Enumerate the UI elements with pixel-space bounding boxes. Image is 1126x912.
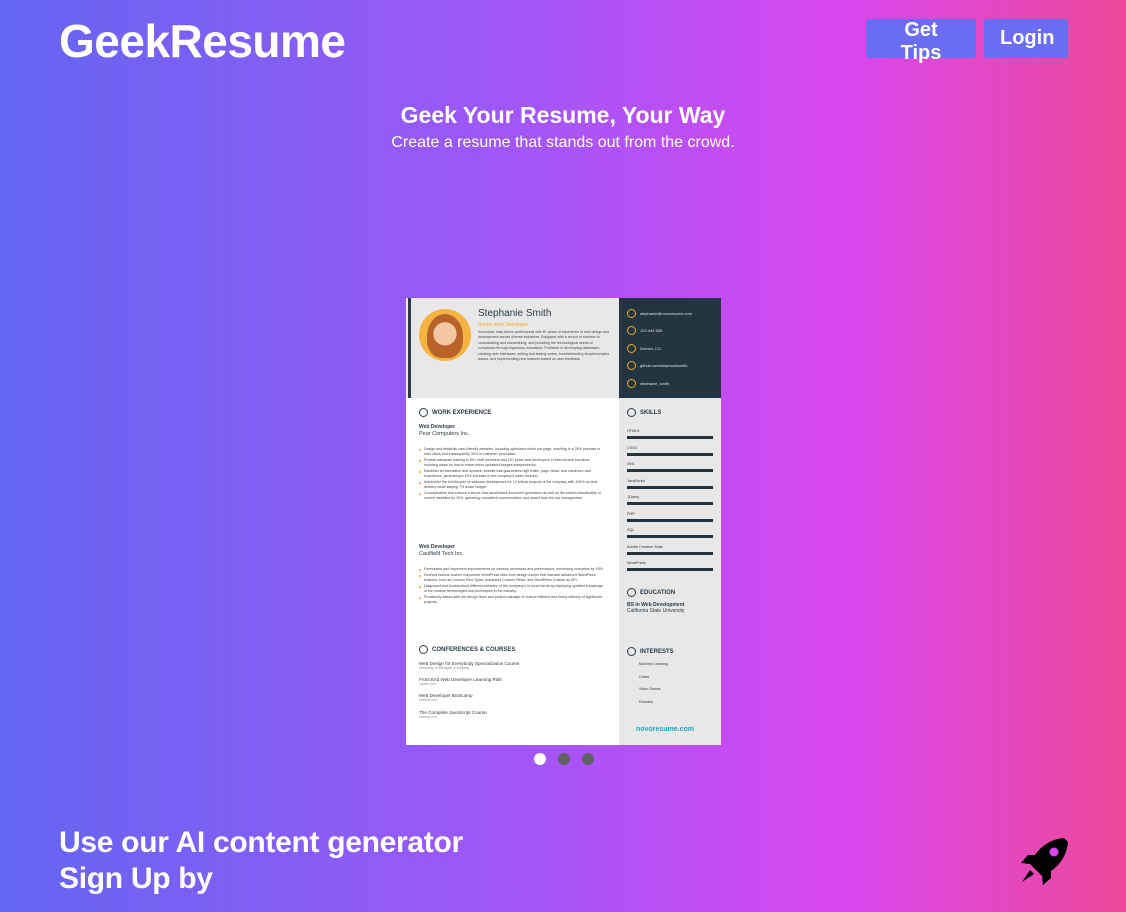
skills-icon — [627, 408, 636, 417]
email-icon — [627, 309, 636, 318]
skill-item: XML — [627, 462, 713, 472]
job-title: Web Developer — [419, 424, 456, 430]
job-company: Pear Computers Inc. — [419, 431, 470, 437]
cta-line-2: Sign Up by — [59, 862, 213, 895]
resume-role: Senior Web Developer — [478, 322, 529, 328]
skill-item: CSS3 — [627, 446, 713, 456]
cta-line-1: Use our AI content generator — [59, 826, 463, 859]
phone-icon — [627, 326, 636, 335]
conferences-heading: CONFERENCES & COURSES — [419, 645, 515, 654]
interest-item: Robotics — [639, 700, 653, 704]
work-heading: WORK EXPERIENCE — [419, 408, 491, 417]
hero-title: Geek Your Resume, Your Way — [400, 102, 726, 128]
contact-email: stephanie@novoresume.com — [627, 309, 692, 318]
skills-heading: SKILLS — [627, 408, 661, 417]
skill-item: Adobe Creative Suite — [627, 545, 713, 555]
skill-item: WordPress — [627, 561, 713, 571]
job-title: Web Developer — [419, 544, 456, 550]
location-icon — [627, 344, 636, 353]
courses-icon — [419, 645, 428, 654]
skill-item: SQL — [627, 528, 713, 538]
social-icon — [627, 379, 636, 388]
job-company: Caulfield Tech Inc. — [419, 551, 464, 557]
contact-phone: 123 444 555 — [627, 326, 662, 335]
resume-header: Stephanie Smith Senior Web Developer Inn… — [406, 298, 619, 398]
carousel-dots — [534, 753, 594, 765]
contact-github: github.com/stephaniesmith — [627, 361, 688, 370]
resume-name: Stephanie Smith — [478, 308, 552, 319]
skill-item: PHP — [627, 512, 713, 522]
education-icon — [627, 588, 636, 597]
course-item: Web Design for Everybody Specialization … — [419, 661, 520, 670]
get-tips-button[interactable]: Get Tips — [866, 19, 976, 64]
profile-photo — [419, 309, 471, 361]
job-bullets: Formulated and implement improvements on… — [419, 567, 604, 606]
course-item: The Complete JavaScript Course Udemy.com — [419, 710, 487, 719]
course-item: Web Developer Bootcamp Udemy.com — [419, 693, 473, 702]
skill-item: JQuery — [627, 495, 713, 505]
carousel-dot-2[interactable] — [558, 753, 570, 765]
interest-item: Video Games — [639, 687, 661, 691]
accent-bar — [408, 298, 411, 398]
resume-contact-panel: stephanie@novoresume.com 123 444 555 Den… — [619, 298, 721, 398]
resume-summary: Innovative, task-driven professional wit… — [478, 330, 610, 362]
carousel-dot-3[interactable] — [582, 753, 594, 765]
interests-heading: INTERESTS — [627, 647, 674, 656]
skill-item: HTML5 — [627, 429, 713, 439]
work-icon — [419, 408, 428, 417]
interests-icon — [627, 647, 636, 656]
education-heading: EDUCATION — [627, 588, 675, 597]
interest-item: Chess — [639, 675, 650, 679]
resume-preview-slide[interactable]: Stephanie Smith Senior Web Developer Inn… — [406, 298, 721, 745]
rocket-icon[interactable] — [1018, 836, 1070, 886]
course-item: Front End Web Developer Learning Path Lyn… — [419, 677, 502, 686]
resume-sidebar: SKILLS HTML5 CSS3 XML JavaScript JQuery … — [619, 398, 721, 745]
login-button[interactable]: Login — [984, 19, 1068, 58]
interest-item: Machine Learning — [639, 662, 668, 666]
github-icon — [627, 361, 636, 370]
contact-location: Denver, CO — [627, 344, 661, 353]
hero-subtitle: Create a resume that stands out from the… — [391, 134, 735, 151]
logo[interactable]: GeekResume — [59, 14, 346, 68]
resume-brand: novoresume.com — [636, 726, 694, 733]
carousel-dot-1[interactable] — [534, 753, 546, 765]
school: California State University — [627, 608, 685, 614]
skill-item: JavaScript — [627, 479, 713, 489]
job-bullets: Design and establish user-friendly websi… — [419, 447, 604, 502]
contact-social: stephanie_smith — [627, 379, 669, 388]
